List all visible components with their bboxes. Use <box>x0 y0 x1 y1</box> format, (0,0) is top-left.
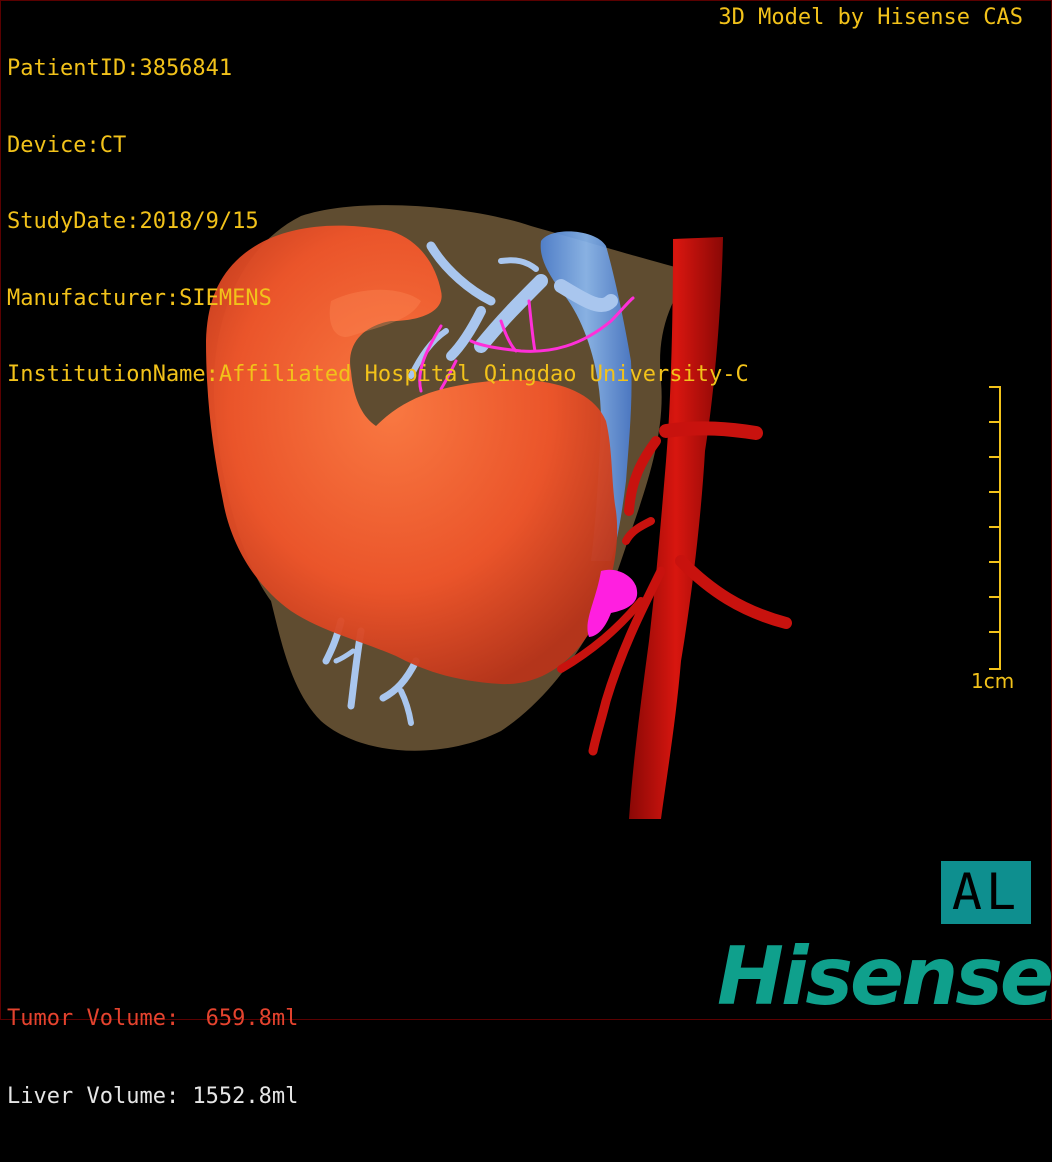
tumor-volume: Tumor Volume: 659.8ml <box>7 1006 299 1031</box>
scale-bar-label: 1cm <box>971 669 1015 693</box>
scale-bar-tick <box>989 631 999 633</box>
orientation-badge[interactable]: AL <box>941 861 1031 924</box>
volume-readout: Tumor Volume: 659.8ml Liver Volume: 1552… <box>7 954 298 1162</box>
scale-bar-tick <box>989 421 999 423</box>
scale-bar-tick <box>989 456 999 458</box>
scale-bar-tick <box>989 491 999 493</box>
hisense-logo: Hisense <box>717 930 1052 1023</box>
patient-id: PatientID:3856841 <box>7 56 233 81</box>
scale-bar-tick <box>989 386 999 388</box>
scale-bar-axis <box>999 386 1001 670</box>
scale-bar-tick <box>989 596 999 598</box>
institution-name: InstitutionName:Affiliated Hospital Qing… <box>7 362 749 387</box>
liver-volume: Liver Volume: 1552.8ml <box>7 1084 299 1109</box>
scale-bar-tick <box>989 561 999 563</box>
patient-info-overlay: PatientID:3856841 Device:CT StudyDate:20… <box>7 5 749 439</box>
manufacturer: Manufacturer:SIEMENS <box>7 285 272 311</box>
study-date: StudyDate:2018/9/15 <box>7 209 259 234</box>
device: Device:CT <box>7 132 127 158</box>
scale-bar-tick <box>989 526 999 528</box>
model-credit: 3D Model by Hisense CAS <box>718 5 1023 30</box>
scale-bar <box>959 386 1009 671</box>
3d-viewport[interactable]: PatientID:3856841 Device:CT StudyDate:20… <box>0 0 1052 1109</box>
